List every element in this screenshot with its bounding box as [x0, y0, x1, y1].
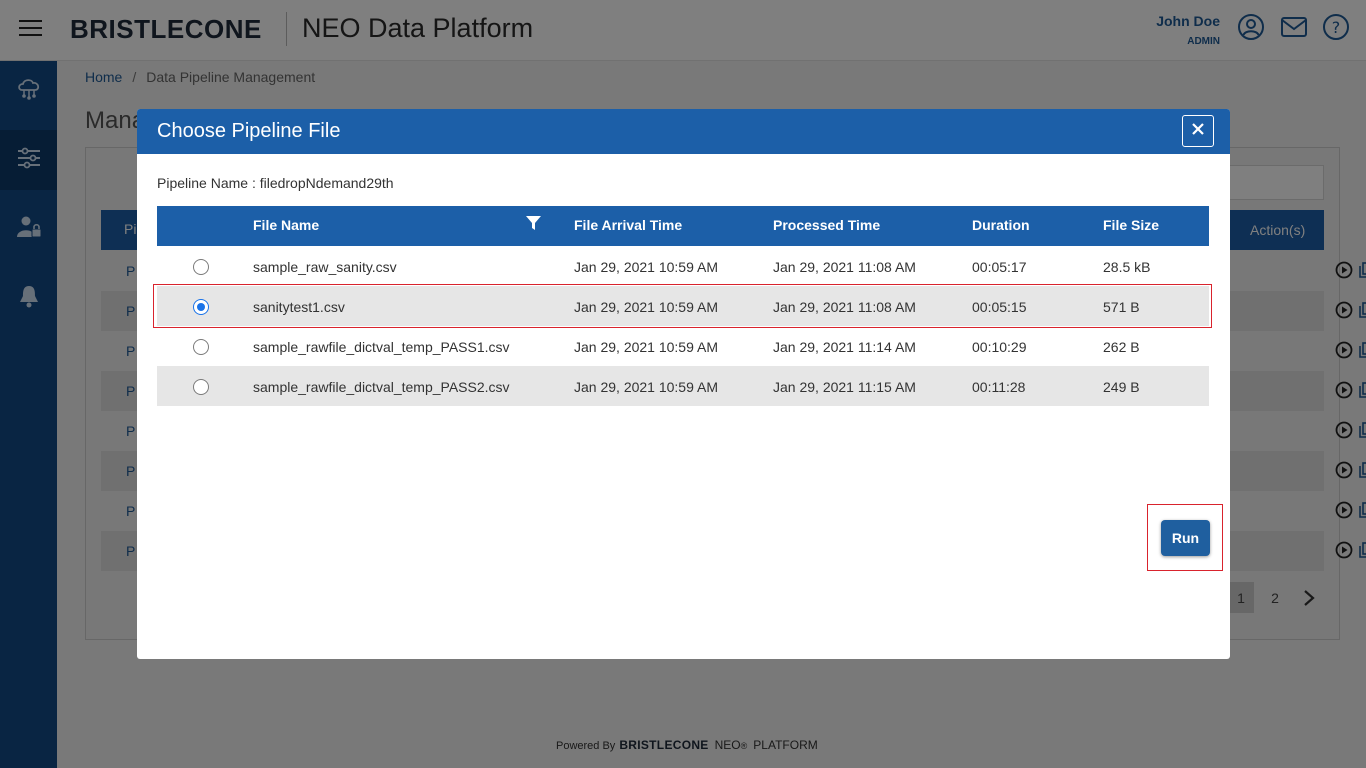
file-size-cell: 28.5 kB [1103, 259, 1151, 275]
file-arrival-header: File Arrival Time [574, 217, 683, 233]
duration-header: Duration [972, 217, 1030, 233]
choose-pipeline-file-modal: Choose Pipeline File Pipeline Name : fil… [137, 109, 1230, 659]
duration-cell: 00:11:28 [972, 379, 1026, 395]
file-table-header: File Name File Arrival Time Processed Ti… [157, 206, 1209, 246]
file-name-cell: sample_rawfile_dictval_temp_PASS1.csv [253, 339, 510, 355]
modal-header: Choose Pipeline File [137, 109, 1230, 154]
file-arrival-cell: Jan 29, 2021 10:59 AM [574, 339, 718, 355]
processed-time-cell: Jan 29, 2021 11:08 AM [773, 259, 916, 275]
duration-cell: 00:05:17 [972, 259, 1027, 275]
file-row[interactable]: sample_rawfile_dictval_temp_PASS1.csv Jan… [157, 326, 1209, 366]
close-icon [1191, 122, 1205, 141]
file-select-radio[interactable] [193, 339, 209, 355]
run-button[interactable]: Run [1161, 520, 1210, 556]
file-name-cell: sample_raw_sanity.csv [253, 259, 397, 275]
duration-cell: 00:10:29 [972, 339, 1027, 355]
processed-time-header: Processed Time [773, 217, 881, 233]
processed-time-cell: Jan 29, 2021 11:15 AM [773, 379, 916, 395]
file-size-cell: 262 B [1103, 339, 1140, 355]
file-select-radio[interactable] [193, 259, 209, 275]
file-row[interactable]: sample_rawfile_dictval_temp_PASS2.csv Jan… [157, 366, 1209, 406]
file-name-header: File Name [253, 217, 320, 233]
filter-icon[interactable] [526, 216, 541, 234]
file-size-cell: 249 B [1103, 379, 1140, 395]
file-name-cell: sample_rawfile_dictval_temp_PASS2.csv [253, 379, 510, 395]
file-size-header: File Size [1103, 217, 1160, 233]
selected-row-highlight [153, 284, 1212, 328]
file-select-radio[interactable] [193, 379, 209, 395]
file-row[interactable]: sample_raw_sanity.csv Jan 29, 2021 10:59 … [157, 246, 1209, 286]
processed-time-cell: Jan 29, 2021 11:14 AM [773, 339, 916, 355]
close-button[interactable] [1182, 115, 1214, 147]
pipeline-name-label: Pipeline Name : filedropNdemand29th [157, 175, 394, 191]
modal-title: Choose Pipeline File [157, 120, 341, 142]
file-arrival-cell: Jan 29, 2021 10:59 AM [574, 379, 718, 395]
file-arrival-cell: Jan 29, 2021 10:59 AM [574, 259, 718, 275]
